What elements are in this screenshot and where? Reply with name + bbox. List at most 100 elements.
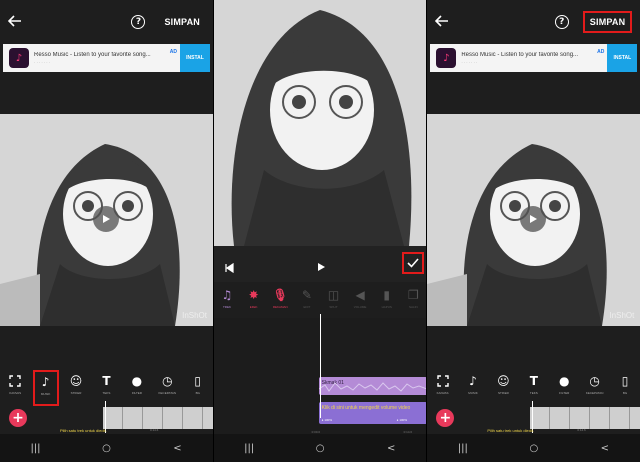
help-icon[interactable]: ?: [554, 15, 569, 29]
video-preview[interactable]: [213, 0, 427, 246]
effect-icon: ✸: [248, 288, 259, 302]
help-icon[interactable]: ?: [131, 15, 146, 29]
tool-speed[interactable]: ◷ KECEPATAN: [154, 374, 180, 395]
ad-subtitle: · · · · · · ·: [461, 59, 478, 65]
filter-icon: ●: [558, 374, 570, 388]
save-button[interactable]: SIMPAN: [159, 13, 205, 31]
volume-right: ● 100%: [396, 418, 407, 422]
ad-install-button[interactable]: INSTAL: [607, 44, 638, 72]
crop-icon: [8, 374, 22, 388]
panel-right: ? SIMPAN ♪ Resso Music - Listen to your …: [427, 0, 640, 462]
play-icon[interactable]: [316, 259, 326, 277]
tool-record[interactable]: 🎙 REKAMAN: [267, 288, 293, 314]
tool-sticker[interactable]: ☺ STIKER: [490, 374, 516, 395]
back-icon[interactable]: <: [597, 440, 613, 456]
tool-background[interactable]: ▯ BG: [612, 374, 638, 395]
android-nav-bar: ||| ○ <: [0, 434, 213, 462]
tool-label: STIKER: [70, 391, 82, 395]
recent-apps-icon[interactable]: |||: [455, 440, 471, 456]
sticker-icon: ☺: [497, 374, 510, 388]
tool-label: KANVAS: [436, 391, 449, 395]
text-icon: T: [529, 374, 538, 388]
tool-label: MUSIK: [468, 391, 478, 395]
screenshot-composite: ? SIMPAN ♪ Resso Music - Listen to your …: [0, 0, 640, 462]
play-button[interactable]: [93, 206, 119, 232]
music-icon: ♪: [469, 374, 477, 388]
tool-label: HAPUS: [381, 305, 392, 309]
tool-label: FILTER: [131, 391, 142, 395]
tool-canvas[interactable]: KANVAS: [430, 374, 456, 395]
confirm-check-button[interactable]: [401, 252, 424, 274]
tool-label: KECEPATAN: [158, 391, 177, 395]
hint-text: Pilih satu trek untuk diedit.: [487, 428, 535, 433]
top-actions: ? SIMPAN: [131, 13, 205, 31]
home-icon[interactable]: ○: [99, 440, 115, 456]
top-actions: ? SIMPAN: [554, 11, 633, 33]
tool-label: TEKS: [102, 391, 111, 395]
ad-banner[interactable]: ♪ Resso Music - Listen to your favorite …: [430, 44, 638, 72]
ad-text: Resso Music - Listen to your favorite so…: [34, 52, 170, 65]
tool-edit[interactable]: ✎ EDIT: [294, 288, 320, 314]
tool-label: SALIN: [409, 305, 418, 309]
watermark: InShOt: [182, 311, 207, 320]
add-clip-button[interactable]: +: [9, 409, 27, 427]
video-audio-track[interactable]: Klik di sini untuk mengedit volume video…: [318, 402, 427, 424]
video-track[interactable]: [103, 407, 213, 429]
back-icon[interactable]: <: [383, 440, 399, 456]
tool-music[interactable]: ♪ MUSIK: [32, 370, 59, 406]
tool-copy[interactable]: ❐ SALIN: [400, 288, 426, 314]
speed-icon: ◷: [162, 374, 173, 388]
video-preview[interactable]: InShOt: [427, 114, 640, 326]
back-icon[interactable]: <: [170, 440, 186, 456]
tool-label: VOLUME: [353, 305, 367, 309]
volume-left: ● 100%: [321, 418, 332, 422]
tool-music[interactable]: ♪ MUSIK: [460, 374, 486, 395]
time-end: 0:14.6: [150, 428, 159, 432]
timeline[interactable]: + Pilih satu trek untuk diedit. 0:14.6: [0, 401, 213, 434]
back-arrow-icon[interactable]: [435, 14, 451, 30]
recent-apps-icon[interactable]: |||: [241, 440, 257, 456]
ad-subtitle: · · · · · · ·: [34, 59, 50, 65]
tool-split[interactable]: ◫ SPLIT: [320, 288, 346, 314]
panel-middle: ♫ TREK ✸ EFEK 🎙 REKAMAN ✎ EDIT ◫ SPLIT ◀: [213, 0, 427, 462]
tool-track[interactable]: ♫ TREK: [214, 288, 240, 314]
sticker-icon: ☺: [69, 374, 83, 388]
home-icon[interactable]: ○: [312, 440, 328, 456]
tool-label: REKAMAN: [272, 305, 288, 309]
tool-text[interactable]: T TEKS: [93, 374, 119, 395]
ad-banner[interactable]: ♪ Resso Music - Listen to your favorite …: [3, 44, 210, 72]
tool-delete[interactable]: ▮ HAPUS: [374, 288, 400, 314]
tool-filter[interactable]: ● FILTER: [551, 374, 577, 395]
back-arrow-icon[interactable]: [8, 14, 24, 30]
background-icon: ▯: [621, 374, 629, 388]
save-button[interactable]: SIMPAN: [582, 11, 633, 33]
home-icon[interactable]: ○: [526, 440, 542, 456]
top-bar: ? SIMPAN: [427, 0, 640, 44]
tool-label: EDIT: [303, 305, 311, 309]
playhead[interactable]: [319, 314, 321, 418]
music-track[interactable]: Skmak 01: [318, 377, 427, 395]
tool-background[interactable]: ▯ BG: [185, 374, 211, 395]
ad-title: Resso Music - Listen to your favorite so…: [461, 51, 579, 58]
video-preview[interactable]: InShOt: [0, 114, 213, 326]
recent-apps-icon[interactable]: |||: [28, 440, 44, 456]
watermark: InShOt: [609, 311, 635, 320]
tool-label: MUSIK: [40, 392, 51, 396]
timeline[interactable]: + Pilih satu trek untuk diedit. 0:14.6: [427, 401, 640, 434]
tool-sticker[interactable]: ☺ STIKER: [63, 374, 89, 395]
ad-install-button[interactable]: INSTAL: [180, 44, 210, 72]
skip-start-icon[interactable]: [224, 260, 234, 278]
tool-filter[interactable]: ● FILTER: [124, 374, 150, 395]
tool-text[interactable]: T TEKS: [521, 374, 547, 395]
tool-volume[interactable]: ◀ VOLUME: [347, 288, 373, 314]
tool-canvas[interactable]: KANVAS: [2, 374, 28, 395]
tool-speed[interactable]: ◷ KECEPATAN: [582, 374, 608, 395]
tool-label: BG: [622, 391, 628, 395]
mic-icon: 🎙: [272, 288, 288, 302]
add-clip-button[interactable]: +: [436, 409, 455, 427]
multi-track-timeline[interactable]: Skmak 01 Klik di sini untuk mengedit vol…: [213, 314, 427, 434]
video-track[interactable]: [530, 407, 640, 429]
tool-effect[interactable]: ✸ EFEK: [241, 288, 267, 314]
tool-label: EFEK: [249, 305, 258, 309]
tool-label: TEKS: [529, 391, 538, 395]
